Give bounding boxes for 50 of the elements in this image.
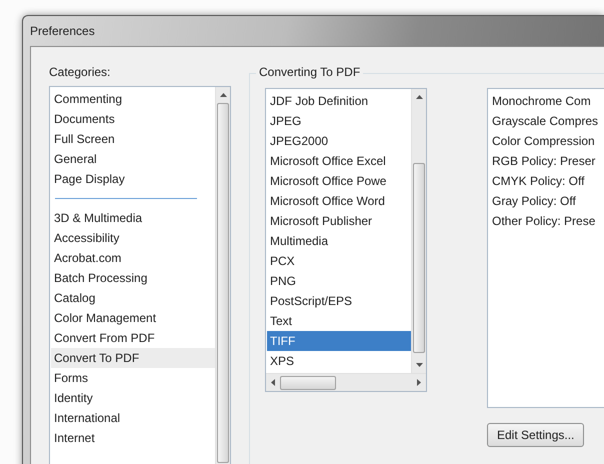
setting-line: RGB Policy: Preser [491,153,596,170]
scroll-thumb[interactable] [413,163,425,353]
category-item[interactable]: Documents [51,108,215,129]
format-item[interactable]: XPS [267,351,411,371]
category-item[interactable]: Identity [51,388,215,408]
category-item[interactable]: 3D & Multimedia [51,208,215,228]
format-item[interactable]: Microsoft Office Powe [267,171,411,191]
format-item[interactable]: Microsoft Office Excel [267,151,411,171]
category-item[interactable]: Accessibility [51,228,215,248]
category-item[interactable]: General [51,148,215,169]
categories-label: Categories: [49,65,112,81]
format-item[interactable]: TIFF [267,331,411,351]
vertical-scrollbar[interactable] [411,89,426,373]
format-item[interactable]: PostScript/EPS [267,291,411,311]
vertical-scrollbar[interactable] [215,86,230,464]
setting-line: Gray Policy: Off [491,193,577,210]
format-item[interactable]: PNG [267,271,411,291]
category-item[interactable]: Forms [51,368,215,388]
category-item[interactable]: Acrobat.com [51,248,215,268]
format-item[interactable]: Text [267,311,411,331]
category-item[interactable]: Catalog [51,288,215,308]
format-item[interactable]: JDF Job Definition [267,91,411,111]
group-title: Converting To PDF [256,65,364,79]
category-item[interactable]: Color Management [51,308,215,328]
scroll-thumb[interactable] [280,376,336,390]
setting-line: CMYK Policy: Off [491,173,586,190]
category-item[interactable]: Batch Processing [51,268,215,288]
category-item[interactable]: Page Display [51,168,215,189]
categories-list[interactable] [49,86,231,464]
format-item[interactable]: Microsoft Publisher [267,211,411,231]
edit-settings-button[interactable]: Edit Settings... [487,423,584,447]
format-item[interactable]: JPEG [267,111,411,131]
format-item[interactable]: PCX [267,251,411,271]
setting-line: Other Policy: Prese [491,213,596,230]
category-item[interactable]: Internet [51,428,215,448]
window-title: Preferences [30,24,95,38]
category-item[interactable]: Convert To PDF [51,348,215,368]
formats-list[interactable]: JDF Job Definition JPEG JPEG2000 Microsoft Office Excel Microsoft Office Powe Microsoft Office Word Microsoft Publisher Multimedia PCX PNG PostScript/EPS Text TIFF XPS [265,88,427,392]
category-item[interactable]: Commenting [51,88,215,109]
category-item[interactable]: Full Screen [51,128,215,149]
category-item[interactable]: International [51,408,215,428]
format-item[interactable]: JPEG2000 [267,131,411,151]
setting-line: Color Compression [491,133,596,150]
setting-line: Monochrome Com [491,93,592,110]
horizontal-scrollbar[interactable] [266,373,426,391]
setting-line: Grayscale Compres [491,113,600,130]
format-item[interactable]: Microsoft Office Word [267,191,411,211]
scroll-thumb[interactable] [217,102,229,463]
format-item[interactable]: Multimedia [267,231,411,251]
category-item[interactable]: Convert From PDF [51,328,215,348]
